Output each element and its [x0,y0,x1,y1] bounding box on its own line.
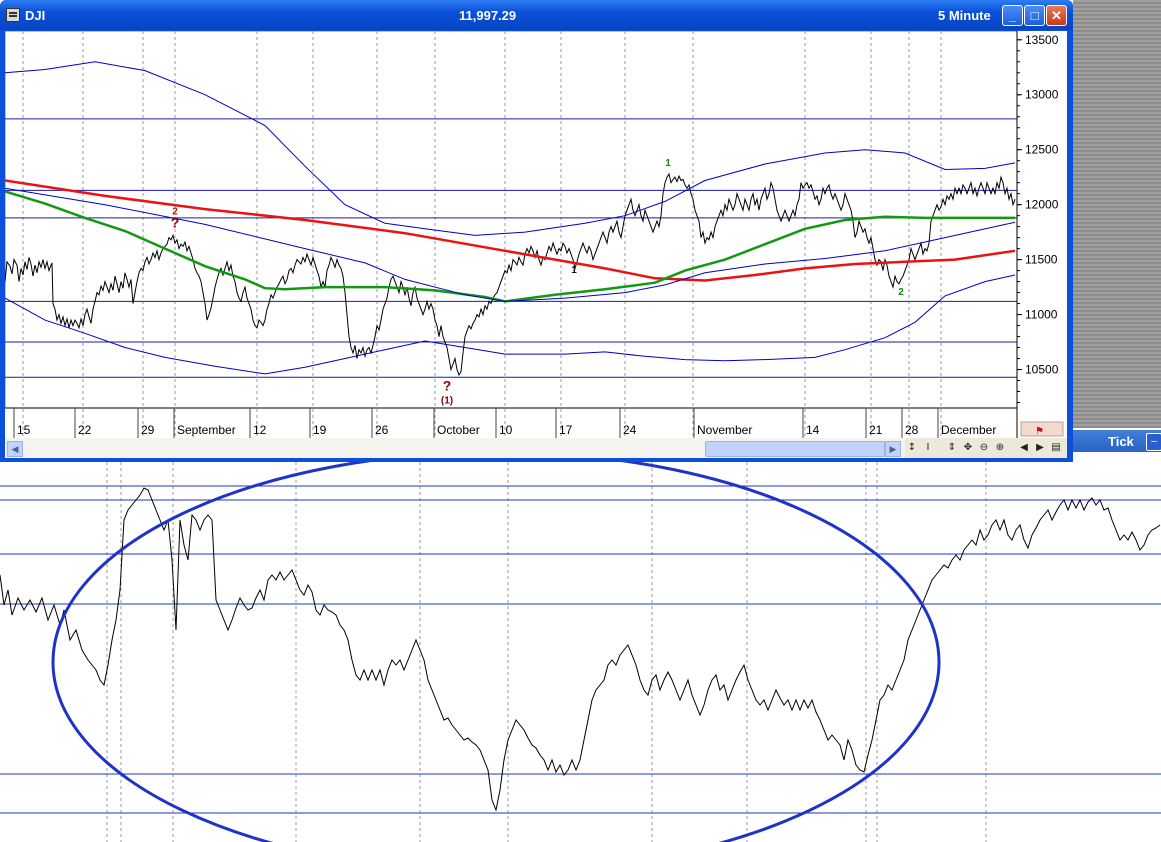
last-price: 11,997.29 [459,8,517,23]
x-tick-label: 24 [623,423,637,437]
x-tick-label: 17 [559,423,573,437]
x-tick-label: 15 [17,423,31,437]
minimize-button[interactable]: _ [1002,5,1023,26]
y-tick-label: 13500 [1025,33,1059,47]
x-tick-label: December [941,423,996,437]
price-chart[interactable]: 2? 1 12? (1) 13500 13000 12500 12000 11500 11000… [4,30,1067,438]
chart-window: DJI 11,997.29 5 Minute _ □ ✕ 2? 1 1 2? (1) 1… [0,0,1073,462]
x-tick-label: November [697,423,752,437]
tick-window-button[interactable]: – [1146,433,1161,451]
y-tick-label: 12500 [1025,143,1059,157]
interval-label: 5 Minute [938,8,991,23]
y-tick-label: 10500 [1025,363,1059,377]
x-tick-label: October [437,423,480,437]
x-tick-label: September [177,423,236,437]
tick-window-title: Tick [1108,434,1134,449]
x-tick-label: 29 [141,423,155,437]
maximize-button[interactable]: □ [1024,5,1045,26]
app-icon [6,8,20,22]
wave-annotation: 1 [665,158,671,169]
y-tick-label: 12000 [1025,198,1059,212]
cursor-icon[interactable]: I [921,441,935,455]
scroll-thumb[interactable] [705,441,885,457]
symbol-label: DJI [25,8,46,23]
y-tick-label: 11500 [1025,253,1058,267]
zoom-out-icon[interactable]: ⊖ [977,441,991,455]
horizontal-scrollbar[interactable]: ◀ ▶ ↕ I ⇕ ✥ ⊖ ⊕ ◀ ▶ ▤ [5,438,1067,458]
scroll-left-icon[interactable]: ◀ [1017,441,1031,455]
x-tick-label: 22 [78,423,92,437]
x-tick-label: 26 [375,423,389,437]
x-tick-label: 10 [499,423,513,437]
x-tick-label: 28 [905,423,919,437]
close-button[interactable]: ✕ [1046,5,1067,26]
tick-chart [0,462,1161,842]
zoom-in-icon[interactable]: ⊕ [993,441,1007,455]
wave-annotation: 1 [571,265,577,276]
x-tick-label: 21 [869,423,883,437]
pan-icon[interactable]: ✥ [961,441,975,455]
vertical-zoom-icon[interactable]: ⇕ [945,441,959,455]
y-tick-label: 13000 [1025,88,1059,102]
background-desktop-strip [1073,0,1161,428]
wave-annotation: ? [171,215,180,231]
left-ellipse-annotation [51,462,941,842]
wave-annotation: (1) [441,396,453,407]
x-tick-label: 12 [253,423,267,437]
wave-annotation: ? [443,377,452,393]
x-tick-label: 19 [313,423,327,437]
scroll-left-button[interactable]: ◀ [7,441,23,457]
scroll-right-button[interactable]: ▶ [885,441,901,457]
wave-annotation: 2 [898,287,904,298]
x-tick-label: 14 [806,423,820,437]
menu-icon[interactable]: ▤ [1049,441,1063,455]
price-chart-area[interactable]: 2? 1 1 2? (1) 13500 13000 12500 12000 11500 11000… [4,30,1067,438]
alert-glyph: ⚑ [1035,426,1044,437]
window-titlebar[interactable]: DJI 11,997.29 5 Minute _ □ ✕ [0,0,1073,30]
y-tick-label: 11000 [1025,308,1058,322]
scroll-right-icon[interactable]: ▶ [1033,441,1047,455]
refresh-icon[interactable]: ↕ [905,441,919,455]
